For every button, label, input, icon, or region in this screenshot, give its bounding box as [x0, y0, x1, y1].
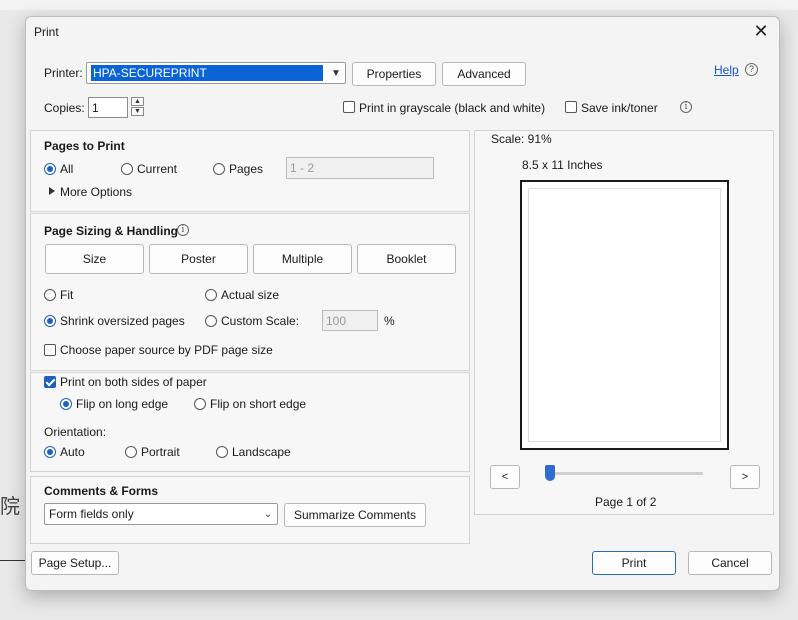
print-button[interactable]: Print	[592, 551, 676, 575]
orientation-landscape-radio[interactable]	[216, 446, 228, 458]
shrink-radio[interactable]	[44, 315, 56, 327]
long-edge-label: Flip on long edge	[76, 397, 169, 411]
custom-scale-label: Custom Scale:	[221, 314, 300, 328]
properties-button[interactable]: Properties	[352, 62, 436, 86]
both-sides-label: Print on both sides of paper	[60, 375, 207, 389]
grayscale-checkbox[interactable]	[343, 101, 355, 113]
help-link[interactable]: Help	[714, 63, 739, 77]
pages-range-input[interactable]: 1 - 2	[286, 157, 434, 179]
cancel-button[interactable]: Cancel	[688, 551, 772, 575]
save-ink-checkbox[interactable]	[565, 101, 577, 113]
pages-current-label: Current	[137, 162, 178, 176]
orientation-auto-radio[interactable]	[44, 446, 56, 458]
background-rule	[0, 560, 26, 561]
comments-forms-select[interactable]: Form fields only ⌄	[44, 503, 278, 525]
percent-sign: %	[384, 314, 395, 328]
fit-radio[interactable]	[44, 289, 56, 301]
actual-size-radio[interactable]	[205, 289, 217, 301]
advanced-button[interactable]: Advanced	[442, 62, 526, 86]
more-options-link[interactable]: More Options	[60, 185, 132, 199]
pages-to-print-heading: Pages to Print	[44, 139, 125, 153]
printer-value: HPA-SECUREPRINT	[91, 65, 323, 81]
previous-page-button[interactable]: <	[490, 465, 520, 489]
copies-input[interactable]: 1	[88, 97, 128, 118]
paper-size-readout: 8.5 x 11 Inches	[522, 158, 603, 172]
info-icon[interactable]: i	[680, 101, 692, 113]
orientation-auto-label: Auto	[60, 445, 85, 459]
background-toolbar	[0, 0, 798, 10]
next-page-button[interactable]: >	[730, 465, 760, 489]
preview-page-content	[528, 188, 721, 442]
actual-size-label: Actual size	[221, 288, 280, 302]
printer-label: Printer:	[44, 66, 83, 80]
page-setup-button[interactable]: Page Setup...	[31, 551, 119, 575]
shrink-label: Shrink oversized pages	[60, 314, 185, 328]
long-edge-radio[interactable]	[60, 398, 72, 410]
background-text: 院	[0, 494, 20, 518]
pages-current-radio[interactable]	[121, 163, 133, 175]
page-sizing-heading: Page Sizing & Handling	[44, 224, 179, 238]
save-ink-label: Save ink/toner	[581, 101, 658, 115]
printer-select[interactable]: HPA-SECUREPRINT ▼	[86, 62, 346, 84]
summarize-comments-button[interactable]: Summarize Comments	[284, 503, 426, 527]
pages-range-label: Pages	[229, 162, 264, 176]
page-slider-track[interactable]	[545, 472, 703, 475]
dialog-title: Print	[34, 25, 59, 39]
expand-triangle-icon[interactable]	[49, 187, 55, 195]
grayscale-label: Print in grayscale (black and white)	[359, 101, 546, 115]
fit-label: Fit	[60, 288, 74, 302]
close-icon[interactable]: ✕	[751, 21, 771, 42]
sizing-info-icon[interactable]: i	[177, 224, 189, 236]
both-sides-checkbox[interactable]	[44, 376, 56, 388]
orientation-landscape-label: Landscape	[232, 445, 291, 459]
pages-all-label: All	[60, 162, 74, 176]
short-edge-radio[interactable]	[194, 398, 206, 410]
page-slider-thumb[interactable]	[545, 465, 555, 481]
comments-forms-heading: Comments & Forms	[44, 484, 159, 498]
custom-scale-radio[interactable]	[205, 315, 217, 327]
preview-page	[520, 180, 729, 450]
page-indicator: Page 1 of 2	[595, 495, 657, 509]
copies-label: Copies:	[44, 101, 85, 115]
paper-source-checkbox[interactable]	[44, 344, 56, 356]
chevron-down-icon: ▼	[331, 67, 341, 79]
paper-source-label: Choose paper source by PDF page size	[60, 343, 273, 357]
orientation-portrait-radio[interactable]	[125, 446, 137, 458]
custom-scale-input[interactable]: 100	[322, 310, 378, 331]
tab-poster[interactable]: Poster	[149, 244, 248, 274]
copies-decrement[interactable]: ▼	[131, 107, 144, 116]
tab-size[interactable]: Size	[45, 244, 144, 274]
orientation-portrait-label: Portrait	[141, 445, 180, 459]
comments-forms-value: Form fields only	[49, 507, 134, 521]
pages-all-radio[interactable]	[44, 163, 56, 175]
orientation-label: Orientation:	[44, 425, 107, 439]
copies-increment[interactable]: ▲	[131, 97, 144, 106]
short-edge-label: Flip on short edge	[210, 397, 307, 411]
tab-booklet[interactable]: Booklet	[357, 244, 456, 274]
tab-multiple[interactable]: Multiple	[253, 244, 352, 274]
help-question-icon[interactable]: ?	[745, 63, 758, 76]
pages-range-radio[interactable]	[213, 163, 225, 175]
chevron-down-icon: ⌄	[263, 508, 273, 520]
scale-readout: Scale: 91%	[491, 132, 552, 146]
